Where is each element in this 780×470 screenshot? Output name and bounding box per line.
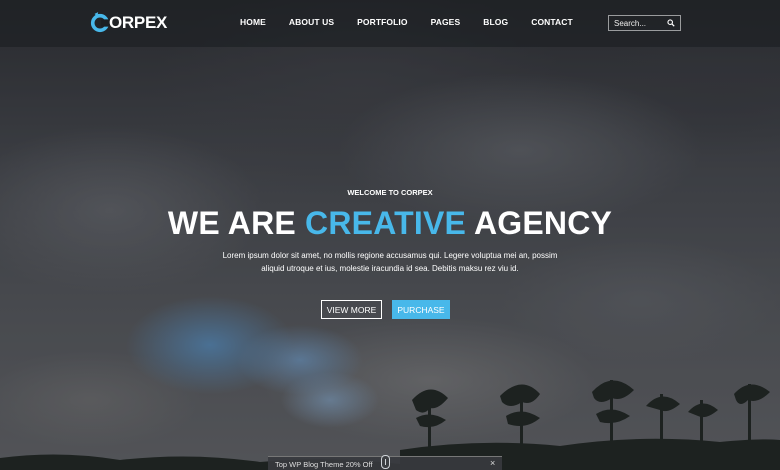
headline-pre: WE ARE (167, 205, 306, 241)
search-box (608, 15, 681, 31)
nav-item-portfolio[interactable]: PORTFOLIO (357, 17, 407, 27)
logo-text: ORPEX (109, 13, 168, 32)
search-input[interactable] (614, 18, 664, 28)
hero-headline: WE ARE CREATIVE AGENCY (0, 205, 780, 242)
site-logo[interactable]: ORPEX (90, 11, 167, 35)
hero-lead-text: Lorem ipsum dolor sit amet, no mollis re… (222, 251, 558, 273)
search-icon[interactable] (667, 19, 675, 27)
purchase-button[interactable]: PURCHASE (392, 300, 450, 319)
promo-bar: Top WP Blog Theme 20% Off × (268, 455, 502, 470)
headline-accent: CREATIVE (305, 205, 467, 241)
main-nav: HOME ABOUT US PORTFOLIO PAGES BLOG CONTA… (231, 17, 596, 27)
nav-item-contact[interactable]: CONTACT (531, 17, 573, 27)
view-more-button[interactable]: VIEW MORE (321, 300, 382, 319)
hero-eyebrow: WELCOME TO CORPEX (347, 188, 433, 197)
nav-item-home[interactable]: HOME (240, 17, 266, 27)
nav-item-pages[interactable]: PAGES (431, 17, 461, 27)
nav-item-blog[interactable]: BLOG (483, 17, 508, 27)
site-header: ORPEX HOME ABOUT US PORTFOLIO PAGES BLOG… (0, 0, 780, 47)
promo-link[interactable]: Top WP Blog Theme 20% Off (275, 460, 373, 469)
nav-item-about-us[interactable]: ABOUT US (289, 17, 334, 27)
headline-post: AGENCY (466, 205, 613, 241)
logo-c-icon (90, 12, 110, 33)
close-icon[interactable]: × (490, 458, 495, 468)
promo-toggle-handle[interactable] (381, 455, 390, 469)
